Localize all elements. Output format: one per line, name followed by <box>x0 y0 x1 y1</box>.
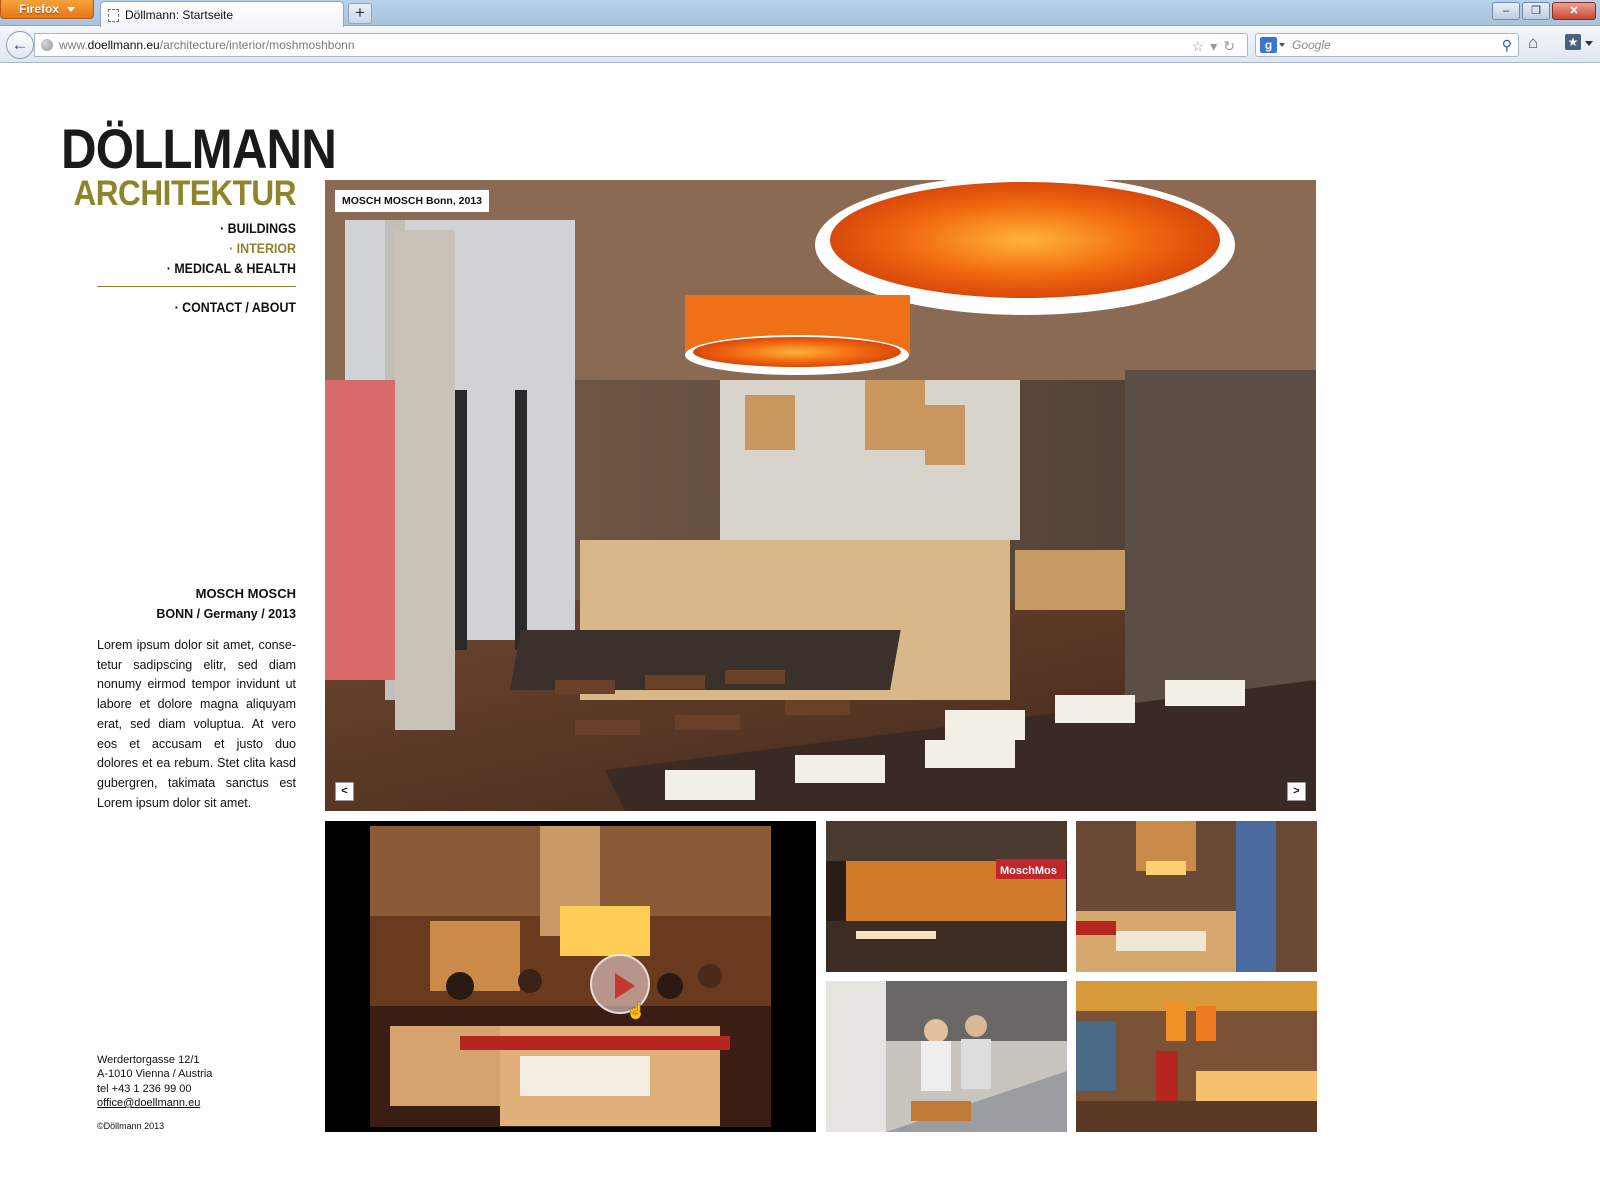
firefox-menu-label: Firefox <box>19 2 60 16</box>
logo-subtitle[interactable]: ARCHITEKTUR <box>56 174 296 214</box>
restore-button[interactable]: ❐ <box>1522 2 1550 20</box>
project-title: MOSCH MOSCH <box>195 586 296 601</box>
minimize-button[interactable]: – <box>1492 2 1520 20</box>
reload-icon[interactable]: ↻ <box>1223 38 1241 54</box>
project-subtitle: BONN / Germany / 2013 <box>156 607 296 621</box>
nav-item-medical-health[interactable]: · MEDICAL & HEALTH <box>111 259 296 279</box>
firefox-menu-button[interactable]: Firefox <box>0 0 94 19</box>
search-input[interactable]: Google <box>1292 38 1331 52</box>
search-icon[interactable]: ⚲ <box>1502 34 1512 56</box>
email-link[interactable]: office@doellmann.eu <box>97 1096 212 1110</box>
home-icon[interactable]: ⌂ <box>1528 33 1538 53</box>
chevron-down-icon <box>67 7 75 12</box>
google-icon[interactable]: g <box>1260 37 1277 53</box>
url-domain: doellmann.eu <box>87 38 160 52</box>
url-prefix: www. <box>59 38 88 52</box>
navigation-toolbar: ← www.doellmann.eu/architecture/interior… <box>0 27 1600 63</box>
nav-divider <box>97 286 296 287</box>
nav-item-buildings[interactable]: · BUILDINGS <box>111 219 296 239</box>
gallery-thumbnail[interactable]: MoschMos <box>826 821 1067 972</box>
footer-address: Werdertorgasse 12/1 A-1010 Vienna / Aust… <box>97 1053 212 1110</box>
gallery-next-button[interactable]: > <box>1287 782 1306 801</box>
globe-icon <box>41 39 53 51</box>
bookmarks-chevron-icon[interactable] <box>1585 41 1593 46</box>
video-still <box>370 826 771 1127</box>
address-phone: tel +43 1 236 99 00 <box>97 1082 192 1095</box>
window-controls: – ❐ ✕ <box>1492 2 1596 20</box>
browser-tab[interactable]: Döllmann: Startseite <box>100 1 344 27</box>
back-button[interactable]: ← <box>6 31 34 59</box>
kitchen-photo <box>826 981 1067 1132</box>
gallery-prev-button[interactable]: < <box>335 782 354 801</box>
tab-title: Döllmann: Startseite <box>125 8 234 22</box>
bookmarks-icon[interactable]: ★ <box>1565 34 1581 50</box>
hand-cursor-icon: ☝ <box>626 1003 646 1020</box>
history-dropdown-icon[interactable]: ▾ <box>1210 38 1223 54</box>
close-window-button[interactable]: ✕ <box>1552 2 1596 20</box>
new-tab-button[interactable]: + <box>348 3 372 24</box>
address-bar[interactable]: www.doellmann.eu/architecture/interior/m… <box>34 33 1248 57</box>
browser-titlebar: Firefox Döllmann: Startseite + – ❐ ✕ <box>0 0 1600 27</box>
page-icon <box>108 9 119 22</box>
gallery-thumbnail[interactable] <box>1076 821 1317 972</box>
dining-area-photo <box>1076 821 1317 972</box>
gallery-thumbnail[interactable] <box>826 981 1067 1132</box>
project-description: Lorem ipsum dolor sit amet, conse-tetur … <box>97 638 296 810</box>
counter-area-photo <box>1076 981 1317 1132</box>
nav-item-contact-about[interactable]: · CONTACT / ABOUT <box>111 298 296 318</box>
exterior-night-photo: MoschMos <box>826 821 1067 972</box>
main-gallery-image[interactable]: MOSCH MOSCH Bonn, 2013 < > <box>325 180 1316 811</box>
image-caption: MOSCH MOSCH Bonn, 2013 <box>335 190 490 212</box>
main-navigation: · BUILDINGS · INTERIOR · MEDICAL & HEALT… <box>95 219 296 279</box>
address-street: Werdertorgasse 12/1 <box>97 1054 200 1066</box>
logo-wordmark[interactable]: DÖLLMANN <box>61 119 337 179</box>
url-actions: ☆▾↻ <box>1192 35 1241 57</box>
address-city: A-1010 Vienna / Austria <box>97 1068 213 1081</box>
video-frame: ☝ <box>370 826 771 1127</box>
bookmark-star-icon[interactable]: ☆ <box>1192 38 1211 54</box>
search-engine-chevron-icon[interactable] <box>1279 43 1285 47</box>
nav-item-interior[interactable]: · INTERIOR <box>111 239 296 259</box>
url-path: /architecture/interior/moshmoshbonn <box>159 38 355 52</box>
search-bar[interactable]: g Google ⚲ <box>1255 33 1519 57</box>
video-player[interactable]: ☝ <box>325 821 816 1132</box>
copyright: ©Döllmann 2013 <box>97 1121 165 1131</box>
restaurant-sign: MoschMos <box>1000 865 1057 877</box>
gallery-thumbnail[interactable] <box>1076 981 1317 1132</box>
restaurant-interior-photo <box>325 180 1316 811</box>
